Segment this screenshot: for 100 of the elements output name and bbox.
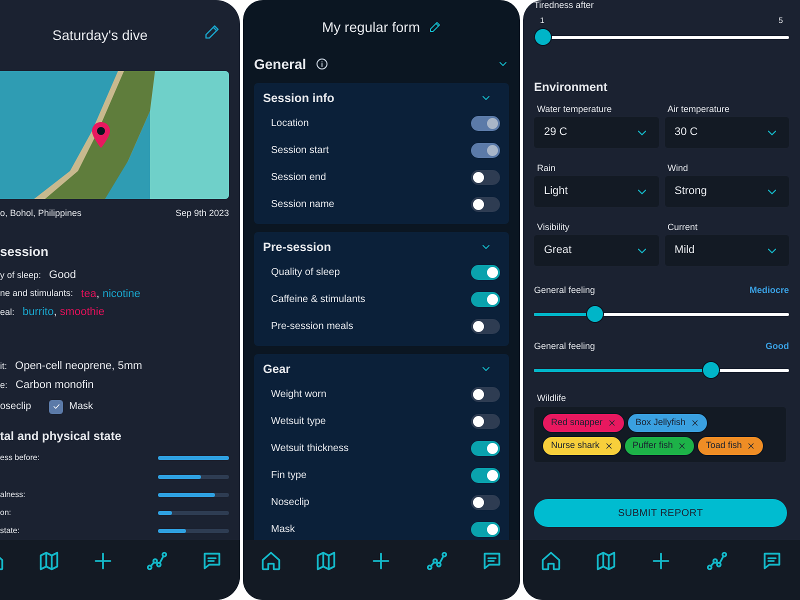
close-icon[interactable]	[678, 442, 686, 450]
pencil-icon[interactable]	[204, 24, 220, 40]
info-icon[interactable]	[316, 58, 328, 70]
checkbox[interactable]	[49, 400, 64, 414]
toggle-label: Session name	[271, 198, 334, 212]
map-icon[interactable]	[315, 550, 338, 572]
toggle-label: Location	[271, 117, 309, 131]
toggle-switch[interactable]	[471, 292, 500, 307]
submit-button[interactable]: SUBMIT REPORT	[534, 499, 787, 527]
field-label: eal:	[0, 306, 15, 319]
slider-label: General feeling	[534, 284, 596, 298]
toggle-switch[interactable]	[471, 441, 500, 456]
section-heading: tal and physical state	[0, 428, 122, 446]
level-bar	[158, 492, 229, 497]
toggle-switch[interactable]	[471, 387, 500, 402]
field-value: Open-cell neoprene, 5mm	[15, 359, 142, 374]
field-label: Rain	[536, 162, 557, 175]
dropdown[interactable]: Great	[534, 235, 658, 266]
chat-icon[interactable]	[481, 550, 504, 572]
date-text: Sep 9th 2023	[175, 207, 229, 220]
graph-icon[interactable]	[146, 550, 168, 572]
slider-thumb[interactable]	[586, 305, 604, 323]
chat-icon[interactable]	[761, 550, 784, 572]
field-label: Water temperature	[536, 103, 613, 116]
bar-label: on:	[0, 506, 12, 519]
toggle-label: Fin type	[271, 469, 307, 483]
toggle-label: Weight worn	[271, 388, 326, 402]
toggle-label: Noseclip	[271, 496, 310, 510]
slider-label: Tiredness after	[534, 0, 595, 11]
tag-chip[interactable]: Red snapper	[542, 413, 625, 433]
toggle-switch[interactable]	[471, 414, 500, 429]
checkbox-label: Mask	[69, 400, 94, 414]
dropdown[interactable]: Light	[534, 176, 658, 207]
field-label: ne and stimulants:	[0, 287, 74, 300]
level-bar	[158, 528, 229, 533]
pencil-icon[interactable]	[429, 21, 442, 33]
slider-reading: Good	[766, 340, 789, 354]
tag-chip[interactable]: Nurse shark	[542, 436, 622, 456]
screen-title: Saturday's dive	[52, 26, 148, 45]
tag-input-field[interactable]: Red snapper Box Jellyfish Nurse shark Puffer fish Toad fish	[534, 407, 786, 462]
location-text: o, Bohol, Philippines	[0, 207, 82, 220]
slider-min-label: 1	[540, 15, 544, 27]
field-value: Carbon monofin	[16, 378, 94, 394]
dropdown[interactable]: Mild	[664, 235, 789, 266]
dropdown[interactable]: 30 C	[664, 117, 789, 148]
field-label: Current	[666, 221, 699, 234]
toggle-switch[interactable]	[471, 170, 500, 185]
slider-thumb[interactable]	[534, 28, 552, 46]
graph-icon[interactable]	[706, 550, 728, 572]
slider-label: General feeling	[534, 340, 596, 354]
close-icon[interactable]	[604, 442, 613, 450]
home-icon[interactable]	[540, 550, 562, 572]
close-icon[interactable]	[746, 442, 755, 450]
toggle-switch[interactable]	[471, 319, 500, 334]
slider[interactable]	[534, 27, 789, 47]
slider-max-label: 5	[778, 15, 783, 27]
section-heading: Environment	[534, 79, 608, 96]
field-label: Wind	[666, 162, 690, 175]
toggle-label: Wetsuit thickness	[271, 442, 349, 456]
slider[interactable]	[534, 304, 789, 324]
home-icon[interactable]	[260, 550, 282, 572]
slider-thumb[interactable]	[702, 361, 720, 379]
close-icon[interactable]	[690, 419, 699, 427]
toggle-label: Mask	[271, 523, 295, 537]
field-label: Wildlife	[536, 392, 568, 405]
screen-title: My regular form	[322, 18, 420, 37]
level-bar	[158, 474, 229, 479]
toggle-label: Session end	[271, 171, 326, 185]
map-pin-icon	[92, 122, 110, 148]
tag-chip[interactable]: Toad fish	[696, 436, 764, 456]
toggle-switch[interactable]	[471, 522, 500, 537]
tag-chip[interactable]: Puffer fish	[624, 436, 695, 456]
level-bar	[158, 456, 229, 460]
slider-reading: Mediocre	[749, 284, 789, 298]
slider[interactable]	[534, 360, 789, 380]
toggle-switch[interactable]	[471, 495, 500, 510]
card-heading: Gear	[263, 361, 290, 378]
field-label: it:	[0, 360, 8, 373]
bar-label: ess before:	[0, 452, 40, 464]
checkmark-icon	[52, 402, 61, 412]
toggle-switch[interactable]	[471, 468, 500, 483]
toggle-switch[interactable]	[471, 197, 500, 212]
field-label: Visibility	[536, 221, 570, 234]
section-heading: session	[0, 242, 50, 260]
map-icon[interactable]	[595, 550, 618, 572]
toggle-label: Pre-session meals	[271, 320, 354, 334]
checkbox-label: oseclip	[0, 400, 32, 414]
tag-chip[interactable]: Box Jellyfish	[626, 413, 708, 433]
graph-icon[interactable]	[426, 550, 448, 572]
bar-label: alness:	[0, 488, 26, 501]
field-value: burrito, smoothie	[22, 305, 104, 320]
toggle-switch[interactable]	[471, 265, 500, 280]
dropdown[interactable]: 29 C	[534, 117, 658, 148]
card-heading: Pre-session	[263, 239, 332, 256]
map-icon[interactable]	[38, 550, 60, 572]
toggle-label: Wetsuit type	[271, 415, 326, 429]
card-heading: Session info	[263, 90, 334, 107]
toggle-label: Session start	[271, 144, 329, 158]
dropdown[interactable]: Strong	[664, 176, 789, 207]
field-label: y of sleep:	[0, 268, 42, 282]
